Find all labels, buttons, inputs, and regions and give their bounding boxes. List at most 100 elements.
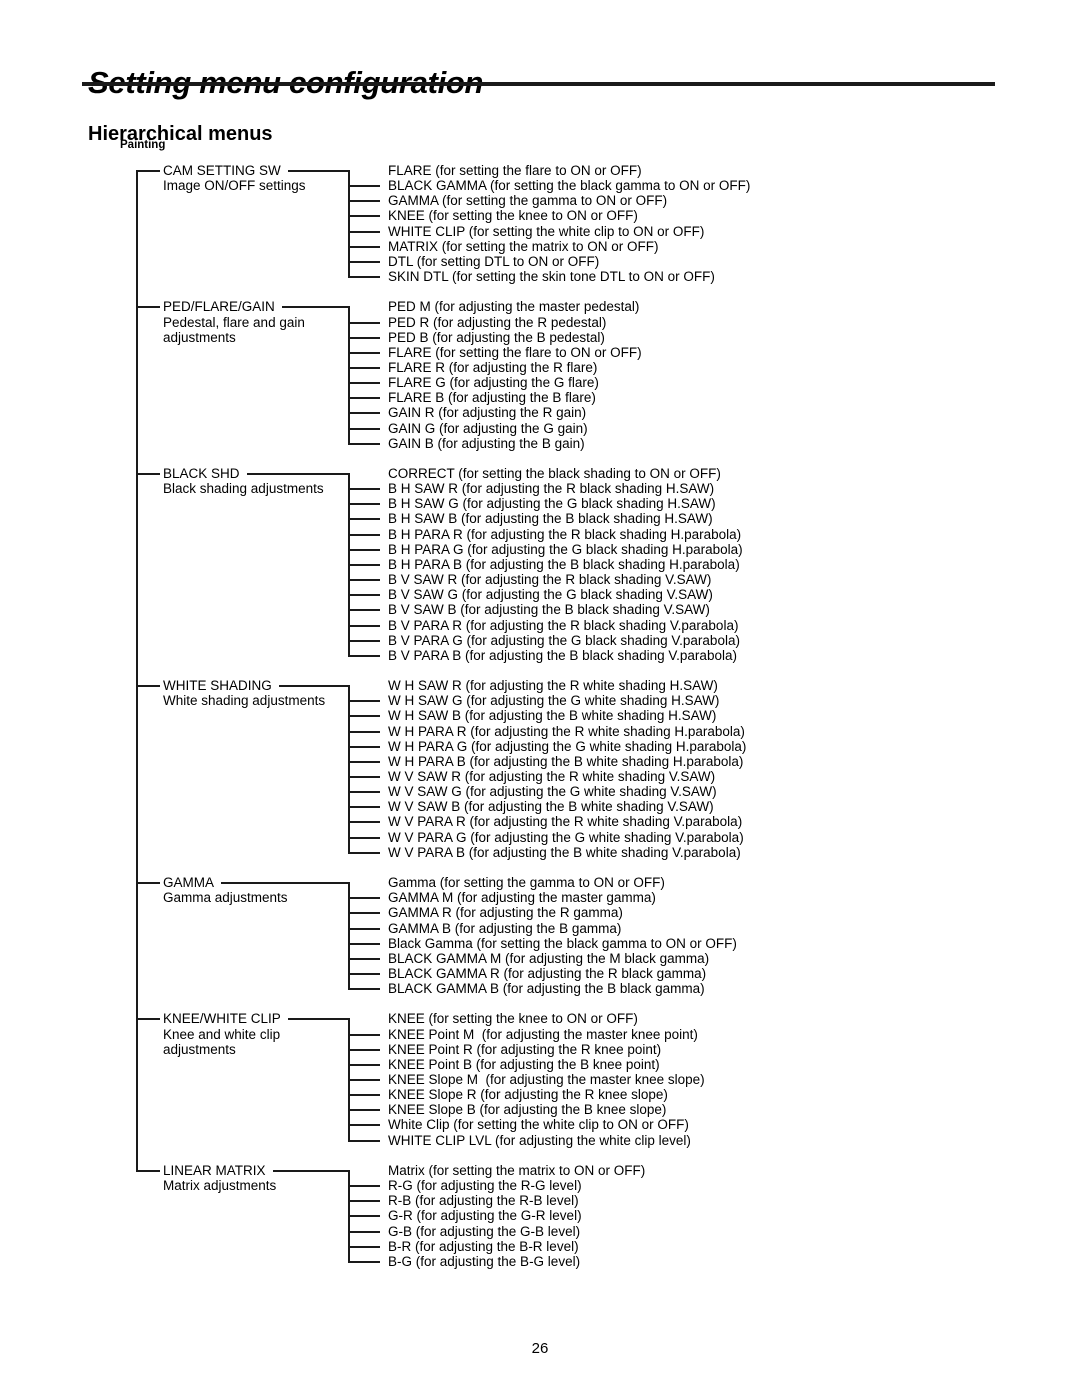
tree-leaf-connector xyxy=(348,897,380,900)
tree-leaf-item: BLACK GAMMA B (for adjusting the B black… xyxy=(388,981,705,997)
tree-leaf-item: GAMMA M (for adjusting the master gamma) xyxy=(388,890,656,906)
tree-subspine xyxy=(348,1169,350,1263)
tree-branch-connector xyxy=(136,1018,160,1021)
tree-leaf-connector xyxy=(348,806,380,809)
tree-leaf-item: W V SAW R (for adjusting the R white sha… xyxy=(388,769,716,784)
tree-leaf-connector xyxy=(348,563,380,566)
tree-node-description: Pedestal, flare and gain xyxy=(163,314,305,330)
tree-leaf-item: GAIN B (for adjusting the B gain) xyxy=(388,435,585,451)
tree-leaf-item: W V PARA G (for adjusting the G white sh… xyxy=(388,829,744,845)
tree-leaf-item: Gamma (for setting the gamma to ON or OF… xyxy=(388,875,665,891)
tree-leaf-connector xyxy=(348,821,380,824)
tree-leaf-connector xyxy=(348,1124,380,1127)
tree-leaf-connector xyxy=(348,745,380,748)
tree-subspine xyxy=(348,1018,350,1142)
tree-leaf-connector xyxy=(348,594,380,597)
tree-branch-connector xyxy=(136,685,160,688)
tree-leaf-item: W H SAW R (for adjusting the R white sha… xyxy=(388,678,718,694)
tree-leaf-connector xyxy=(348,972,380,975)
tree-leaf-item: B-G (for adjusting the B-G level) xyxy=(388,1253,581,1269)
tree-leaf-connector xyxy=(348,276,380,279)
tree-leaf-item: W H PARA B (for adjusting the B white sh… xyxy=(388,753,744,769)
tree-leaf-connector xyxy=(348,1215,380,1218)
tree-leaf-item: GAMMA (for setting the gamma to ON or OF… xyxy=(388,193,668,209)
tree-node-description: Gamma adjustments xyxy=(163,890,288,906)
tree-leaf-connector xyxy=(348,412,380,415)
tree-leaf-item: R-G (for adjusting the R-G level) xyxy=(388,1178,582,1194)
tree-rail-connector xyxy=(287,170,349,172)
tree-leaf-item: FLARE R (for adjusting the R flare) xyxy=(388,359,598,375)
tree-leaf-item: WHITE CLIP (for setting the white clip t… xyxy=(388,223,705,239)
tree-leaf-item: R-B (for adjusting the R-B level) xyxy=(388,1193,579,1209)
tree-leaf-item: W V PARA B (for adjusting the B white sh… xyxy=(388,844,741,860)
tree-leaf-item: W V PARA R (for adjusting the R white sh… xyxy=(388,814,743,830)
tree-node-title: KNEE/WHITE CLIP xyxy=(163,1011,281,1027)
tree-leaf-item: BLACK GAMMA M (for adjusting the M black… xyxy=(388,950,710,966)
tree-leaf-connector xyxy=(348,427,380,430)
tree-leaf-item: B H PARA G (for adjusting the G black sh… xyxy=(388,541,743,557)
tree-leaf-connector xyxy=(348,836,380,839)
tree-leaf-connector xyxy=(348,609,380,612)
tree-leaf-item: GAMMA R (for adjusting the R gamma) xyxy=(388,905,623,921)
tree-leaf-connector xyxy=(348,215,380,218)
tree-leaf-item: WHITE CLIP LVL (for adjusting the white … xyxy=(388,1132,691,1148)
tree-leaf-item: MATRIX (for setting the matrix to ON or … xyxy=(388,238,659,254)
tree-leaf-connector xyxy=(348,397,380,400)
tree-leaf-connector xyxy=(348,1139,380,1142)
tree-subspine xyxy=(348,306,350,445)
tree-branch-connector xyxy=(136,473,160,475)
tree-node-description: adjustments xyxy=(163,1041,236,1057)
tree-node-title: GAMMA xyxy=(163,875,215,891)
tree-leaf-item: B H SAW G (for adjusting the G black sha… xyxy=(388,496,716,512)
tree-leaf-connector xyxy=(348,1063,380,1066)
tree-branch-connector xyxy=(136,306,160,309)
tree-leaf-item: B V PARA R (for adjusting the R black sh… xyxy=(388,617,739,633)
tree-leaf-connector xyxy=(348,366,380,369)
tree-leaf-connector xyxy=(348,791,380,794)
tree-node-description: adjustments xyxy=(163,329,236,345)
tree-leaf-item: KNEE Slope B (for adjusting the B knee s… xyxy=(388,1102,667,1118)
tree-leaf-connector xyxy=(348,715,380,718)
tree-leaf-item: FLARE (for setting the flare to ON or OF… xyxy=(388,163,642,178)
tree-leaf-connector xyxy=(348,776,380,778)
tree-leaf-item: DTL (for setting DTL to ON or OFF) xyxy=(388,253,600,269)
tree-node-title: LINEAR MATRIX xyxy=(163,1162,266,1178)
tree-leaf-connector xyxy=(348,579,380,582)
tree-leaf-item: FLARE (for setting the flare to ON or OF… xyxy=(388,344,642,360)
tree-main-spine xyxy=(136,170,138,1172)
tree-leaf-item: B V SAW G (for adjusting the G black sha… xyxy=(388,587,713,603)
tree-leaf-item: B-R (for adjusting the B-R level) xyxy=(388,1238,579,1254)
tree-rail-connector xyxy=(287,1018,349,1021)
tree-leaf-item: PED M (for adjusting the master pedestal… xyxy=(388,299,640,315)
tree-leaf-item: G-B (for adjusting the G-B level) xyxy=(388,1223,581,1239)
tree-subspine xyxy=(348,882,350,991)
tree-leaf-item: KNEE Point M (for adjusting the master k… xyxy=(388,1026,698,1042)
tree-subspine xyxy=(348,685,350,854)
tree-leaf-item: BLACK GAMMA (for setting the black gamma… xyxy=(388,178,751,194)
tree-leaf-connector xyxy=(348,624,380,627)
tree-rail-connector xyxy=(281,306,349,309)
tree-leaf-connector xyxy=(348,382,380,385)
tree-leaf-connector xyxy=(348,730,380,733)
tree-leaf-connector xyxy=(348,942,380,945)
tree-leaf-connector xyxy=(348,957,380,960)
tree-leaf-item: FLARE G (for adjusting the G flare) xyxy=(388,375,599,391)
tree-node-description: Knee and white clip xyxy=(163,1026,281,1042)
tree-leaf-connector xyxy=(348,548,380,551)
tree-leaf-connector xyxy=(348,1245,380,1248)
tree-leaf-connector xyxy=(348,185,380,188)
tree-node-description: Matrix adjustments xyxy=(163,1178,277,1194)
tree-leaf-connector xyxy=(348,760,380,763)
tree-leaf-item: G-R (for adjusting the G-R level) xyxy=(388,1208,582,1224)
tree-leaf-item: White Clip (for setting the white clip t… xyxy=(388,1117,689,1133)
tree-leaf-connector xyxy=(348,518,380,521)
tree-leaf-item: B H SAW R (for adjusting the R black sha… xyxy=(388,481,715,497)
tree-leaf-item: W H SAW G (for adjusting the G white sha… xyxy=(388,693,720,709)
tree-leaf-item: KNEE (for setting the knee to ON or OFF) xyxy=(388,1011,638,1027)
tree-node-description: White shading adjustments xyxy=(163,693,326,709)
tree-leaf-item: W H PARA R (for adjusting the R white sh… xyxy=(388,723,745,739)
tree-leaf-item: W V SAW G (for adjusting the G white sha… xyxy=(388,784,717,800)
tree-leaf-connector xyxy=(348,1079,380,1081)
tree-leaf-item: KNEE Slope M (for adjusting the master k… xyxy=(388,1072,705,1087)
tree-leaf-item: SKIN DTL (for setting the skin tone DTL … xyxy=(388,269,715,285)
